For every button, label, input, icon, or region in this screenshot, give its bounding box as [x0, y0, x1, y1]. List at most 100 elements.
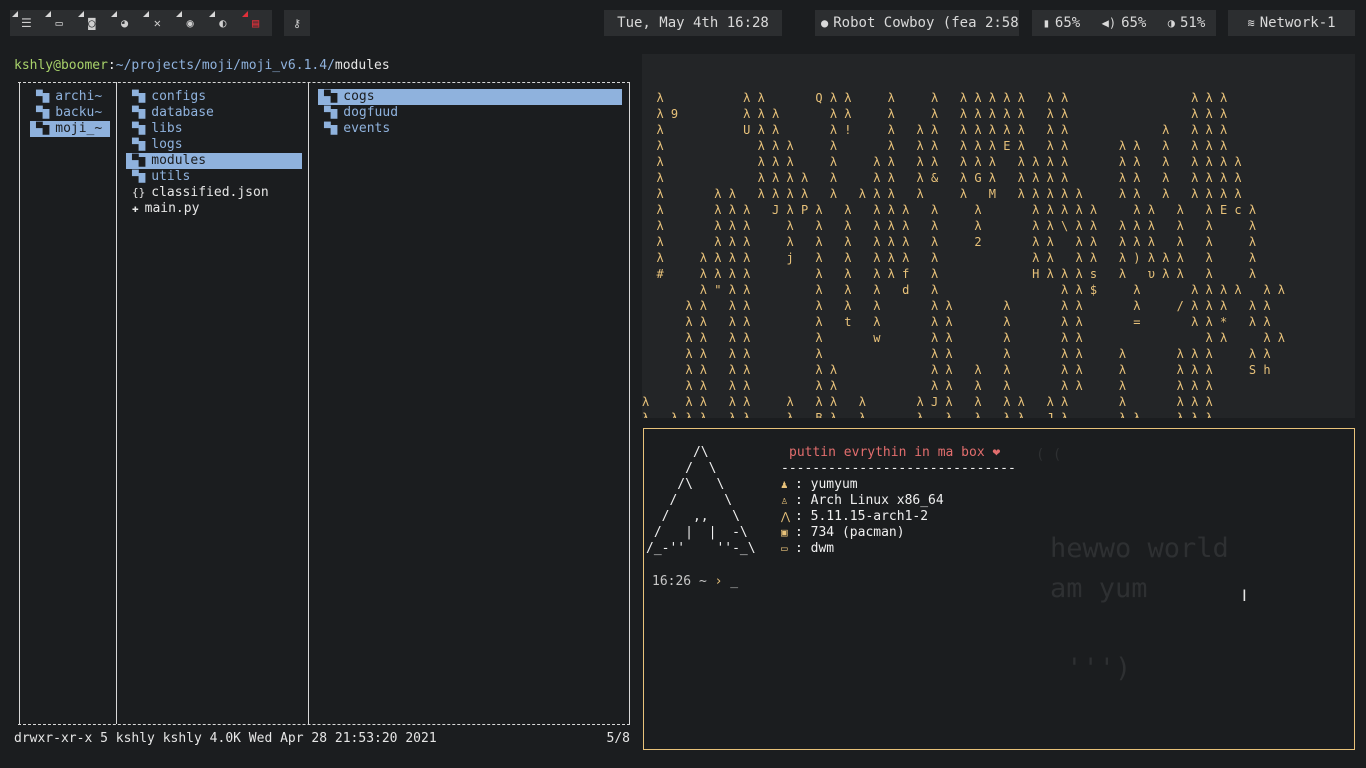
- item-label: database: [151, 105, 214, 120]
- folder-icon: ▀▆: [132, 106, 146, 119]
- folder-item[interactable]: ▀▆ configs: [126, 89, 302, 105]
- mail-icon: ▤: [252, 16, 260, 30]
- tag-occupied-indicator: [176, 11, 183, 17]
- info-row: ♙: Arch Linux x86_64: [781, 493, 1016, 509]
- matrix-line: λ λ λ λ J λ P λ λ λ λ λ λ λ λ λ λ λ λ λ …: [642, 203, 1257, 217]
- info-row: ♟: yumyum: [781, 477, 1016, 493]
- network-widget[interactable]: ≋ Network-1: [1228, 10, 1355, 36]
- item-label: logs: [151, 137, 183, 152]
- folder-item[interactable]: ▀▆ archi~: [30, 89, 110, 105]
- matrix-line: λ λ λ λ λ λ λ λ λ & λ G λ λ λ λ λ λ λ λ …: [642, 171, 1242, 185]
- tag-7[interactable]: ◐: [208, 11, 233, 33]
- matrix-line: λ λ λ λ λ λ λ λ λ λ λ λ λ λ λ λ S h: [642, 363, 1271, 377]
- tag-1[interactable]: ☰: [12, 11, 36, 33]
- tag-occupied-indicator: [77, 11, 84, 17]
- heart-icon: ❤: [992, 445, 1001, 460]
- fetch-terminal[interactable]: ( ( hewwo world am yum ''') /\ / \ /\ \ …: [643, 428, 1355, 750]
- item-label: modules: [151, 153, 207, 168]
- tag-2[interactable]: ▭: [45, 11, 69, 33]
- item-label: libs: [151, 121, 183, 136]
- battery-level: 65%: [1054, 15, 1081, 31]
- folder-item[interactable]: ▀▆ logs: [126, 137, 302, 153]
- top-bar: ☰ ▭ ◙ ◕ ✕ ◉ ◐ ▤ ⚷ Tue, May 4th 16:28 ● Robot Co…: [0, 0, 1366, 46]
- prompt-cursor: _: [730, 574, 739, 589]
- folder-item[interactable]: ▀▆ cogs: [318, 89, 622, 105]
- json-icon: {}: [132, 186, 146, 199]
- folder-item[interactable]: ▀▆ libs: [126, 121, 302, 137]
- tag-list: ☰ ▭ ◙ ◕ ✕ ◉ ◐ ▤: [10, 10, 272, 36]
- item-label: main.py: [144, 201, 200, 216]
- battery-status[interactable]: ▮ 65%: [1043, 15, 1081, 31]
- item-label: archi~: [55, 89, 103, 104]
- brightness-status[interactable]: ◑ 51%: [1168, 15, 1206, 31]
- folder-item[interactable]: ▀▆ events: [318, 121, 622, 137]
- matrix-line: λ λ λ λ λ λ λ λ λ λ λ 2 λ λ λ λ λ λ λ λ …: [642, 235, 1257, 249]
- info-value: : 5.11.15-arch1-2: [795, 509, 929, 524]
- brightness-level: 51%: [1179, 15, 1206, 31]
- matrix-line: λ λ λ λ λ w λ λ λ λ λ λ λ λ λ: [642, 331, 1285, 345]
- matrix-line: λ λ λ λ λ j λ λ λ λ λ λ λ λ λ λ λ ) λ λ …: [642, 251, 1257, 265]
- monitor-icon: ▭: [781, 542, 788, 555]
- matrix-line: # λ λ λ λ λ λ λ λ f λ H λ λ λ s λ υ λ λ …: [642, 267, 1257, 281]
- file-position: 5/8: [606, 731, 630, 746]
- matrix-line: λ λ λ λ λ λ λ λ λ λ λ E λ λ λ λ λ λ λ λ …: [642, 139, 1228, 153]
- matrix-terminal[interactable]: λ λ λ Q λ λ λ λ λ λ λ λ λ λ λ λ λ λ λ 9 …: [642, 54, 1355, 418]
- matrix-line: λ λ λ λ λ λ λ λ λ λ λ λ λ λ λ λ λ λ λ λ …: [642, 155, 1242, 169]
- list-icon: ☰: [20, 16, 32, 30]
- prompt-time: 16:26: [652, 574, 692, 589]
- volume-status[interactable]: ◀) 65%: [1102, 15, 1147, 31]
- folder-item[interactable]: ▀▆ modules: [126, 153, 302, 169]
- folder-item[interactable]: ▀▆ backu~: [30, 105, 110, 121]
- arch-icon: ⋀: [781, 510, 791, 523]
- linux-icon: ♙: [781, 494, 788, 507]
- parent-column: ▀▆ archi~ ▀▆ backu~ ▀▆ moji_~: [30, 89, 110, 137]
- item-label: events: [343, 121, 391, 136]
- background-text: hewwo world am yum '''): [1050, 533, 1229, 684]
- tag-occupied-indicator: [208, 11, 215, 17]
- matrix-line: λ λ λ λ λ λ λ B λ λ λ λ λ λ λ J λ λ λ λ …: [642, 411, 1213, 418]
- system-info: puttin evrythin in ma box ❤ ------------…: [781, 445, 1016, 557]
- text-cursor-icon: Ⅰ: [1242, 586, 1247, 605]
- matrix-line: λ λ λ λ λ λ λ λ λ λ λ λ λ λ λ λ: [642, 347, 1271, 361]
- tag-occupied-indicator: [12, 11, 19, 17]
- item-label: utils: [151, 169, 191, 184]
- item-label: moji_~: [55, 121, 103, 136]
- file-manager-frame: [18, 82, 630, 725]
- music-widget[interactable]: ● Robot Cowboy (fea 2:58: [815, 10, 1019, 36]
- volume-icon: ◀): [1101, 16, 1117, 30]
- folder-icon: ▀▆: [36, 122, 50, 135]
- package-icon: ▣: [781, 526, 788, 539]
- key-icon[interactable]: ⚷: [284, 10, 310, 36]
- tag-6[interactable]: ◉: [176, 11, 200, 33]
- folder-icon: ▀▆: [324, 122, 338, 135]
- python-icon: ✚: [132, 202, 139, 215]
- item-label: cogs: [343, 89, 375, 104]
- user-icon: ♟: [781, 478, 788, 491]
- tag-5[interactable]: ✕: [143, 11, 167, 33]
- tag-4[interactable]: ◕: [110, 11, 135, 33]
- matrix-line: λ λ λ λ λ λ λ λ λ λ λ λ λ λ λ λ: [642, 379, 1213, 393]
- file-item[interactable]: {} classified.json: [126, 185, 302, 201]
- folder-icon: ▀▆: [132, 122, 146, 135]
- tag-occupied-indicator: [45, 11, 52, 17]
- folder-item[interactable]: ▀▆ database: [126, 105, 302, 121]
- column-divider: [116, 82, 117, 724]
- matrix-line: λ 9 λ λ λ λ λ λ λ λ λ λ λ λ λ λ λ λ λ: [642, 107, 1228, 121]
- tag-3[interactable]: ◙: [77, 11, 102, 33]
- info-value: : dwm: [795, 541, 835, 556]
- tag-8[interactable]: ▤: [241, 11, 266, 33]
- folder-icon: ▀▆: [324, 106, 338, 119]
- info-row: ▣: 734 (pacman): [781, 525, 1016, 541]
- folder-item[interactable]: ▀▆ utils: [126, 169, 302, 185]
- folder-icon: ▀▆: [132, 138, 146, 151]
- brightness-icon: ◑: [1167, 16, 1175, 30]
- shell-prompt[interactable]: 16:26 ~ › _: [652, 574, 738, 589]
- arch-logo: /\ / \ /\ \ / \ / ,, \ / | | -\ /_-'' ''…: [646, 445, 756, 556]
- folder-item[interactable]: ▀▆ moji_~: [30, 121, 110, 137]
- battery-icon: ▮: [1042, 16, 1050, 30]
- file-item[interactable]: ✚ main.py: [126, 201, 302, 217]
- preview-column: ▀▆ cogs ▀▆ dogfuud ▀▆ events: [318, 89, 622, 137]
- shield-icon: ◐: [219, 16, 227, 30]
- item-label: dogfuud: [343, 105, 399, 120]
- folder-item[interactable]: ▀▆ dogfuud: [318, 105, 622, 121]
